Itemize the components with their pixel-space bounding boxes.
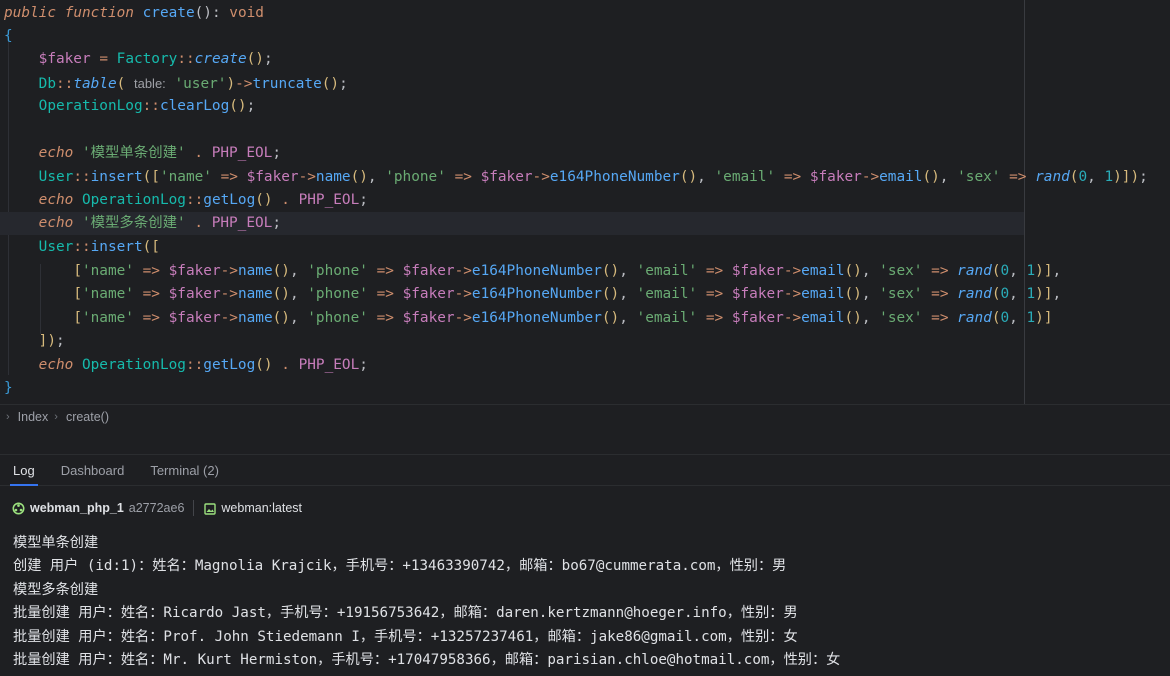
container-icon: [12, 501, 25, 515]
code-line-12: ['name' => $faker->name(), 'phone' => $f…: [73, 263, 1062, 279]
code-line-3: $faker = Factory::create();: [38, 51, 273, 67]
code-line-11: User::insert([: [38, 239, 160, 255]
code-line-4: Db::table( table: 'user')->truncate();: [38, 76, 348, 92]
divider: [193, 500, 195, 516]
image-name[interactable]: webman:latest: [221, 501, 302, 515]
log-line: 批量创建 用户：姓名：Ricardo Jast，手机号：+19156753642…: [13, 605, 798, 621]
tab-dashboard[interactable]: Dashboard: [48, 455, 138, 485]
code-line-8: User::insert(['name' => $faker->name(), …: [38, 169, 1148, 185]
code-line-16: echo OperationLog::getLog() . PHP_EOL;: [38, 357, 368, 373]
log-line: 创建 用户 (id:1)：姓名：Magnolia Krajcik，手机号：+13…: [13, 558, 787, 574]
breadcrumb-item-class[interactable]: Index: [18, 410, 49, 424]
code-line-10-current: echo '模型多条创建' . PHP_EOL;: [0, 212, 1024, 235]
code-line-7: echo '模型单条创建' . PHP_EOL;: [38, 145, 282, 161]
chevron-right-icon: ›: [6, 411, 10, 423]
container-name[interactable]: webman_php_1: [30, 501, 124, 515]
container-info-bar: webman_php_1 a2772ae6 webman:latest: [0, 486, 1170, 530]
log-line: 模型单条创建: [13, 535, 99, 551]
log-line: 模型多条创建: [13, 582, 99, 598]
log-line: 批量创建 用户：姓名：Prof. John Stiedemann I，手机号：+…: [13, 629, 798, 645]
tab-terminal[interactable]: Terminal (2): [137, 455, 232, 485]
breadcrumb-item-method[interactable]: create(): [66, 410, 109, 424]
right-margin-guide: [1024, 0, 1025, 404]
parameter-hint: table:: [133, 76, 166, 91]
tab-log[interactable]: Log: [0, 455, 48, 486]
code-editor[interactable]: public function create(): void { $faker …: [0, 0, 1170, 404]
image-icon: [204, 501, 217, 515]
breadcrumb: › Index › create(): [0, 404, 1170, 429]
chevron-right-icon: ›: [54, 411, 58, 423]
panel-divider: [0, 428, 1170, 455]
code-line-9: echo OperationLog::getLog() . PHP_EOL;: [38, 192, 368, 208]
code-line-2: {: [4, 28, 13, 44]
code-line-5: OperationLog::clearLog();: [38, 98, 256, 114]
tool-window-tabs: Log Dashboard Terminal (2): [0, 455, 1170, 486]
code-line-17: }: [4, 380, 13, 396]
code-line-1: public function create(): void: [4, 5, 264, 21]
container-id: a2772ae6: [128, 501, 185, 515]
code-line-15: ]);: [38, 333, 65, 349]
log-output[interactable]: 模型单条创建 创建 用户 (id:1)：姓名：Magnolia Krajcik，…: [0, 530, 1170, 676]
code-line-14: ['name' => $faker->name(), 'phone' => $f…: [73, 310, 1053, 326]
log-line: 批量创建 用户：姓名：Mr. Kurt Hermiston，手机号：+17047…: [13, 652, 841, 668]
code-line-13: ['name' => $faker->name(), 'phone' => $f…: [73, 286, 1062, 302]
